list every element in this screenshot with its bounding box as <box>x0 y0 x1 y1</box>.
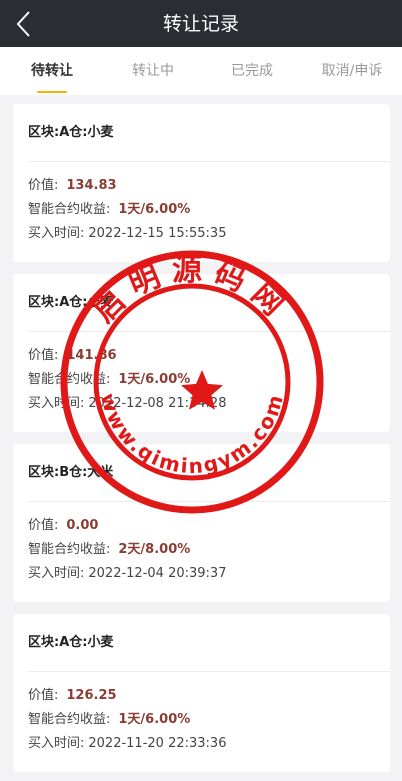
yield-label: 智能合约收益: <box>28 202 111 217</box>
value-amount: 134.83 <box>66 178 117 193</box>
value-label: 价值: <box>28 178 59 193</box>
time-label: 买入时间: <box>28 566 85 581</box>
value-label: 价值: <box>28 348 59 363</box>
time-value: 2022-12-08 21:34:28 <box>88 396 227 411</box>
time-value: 2022-11-20 22:33:36 <box>88 736 227 751</box>
transfer-card[interactable]: 区块:B仓:大米 价值: 0.00 智能合约收益: 2天/8.00% 买入时间: 20… <box>13 444 390 602</box>
time-value: 2022-12-04 20:39:37 <box>88 566 227 581</box>
page-title: 转让记录 <box>162 13 239 35</box>
time-label: 买入时间: <box>28 396 85 411</box>
value-amount: 126.25 <box>66 688 117 703</box>
tab-completed[interactable]: 已完成 <box>202 61 302 81</box>
value-row: 价值: 134.83 <box>28 176 117 196</box>
yield-value: 2天/8.00% <box>118 542 191 557</box>
yield-label: 智能合约收益: <box>28 712 111 727</box>
yield-value: 1天/6.00% <box>118 712 191 727</box>
yield-row: 智能合约收益: 1天/6.00% <box>28 200 190 220</box>
value-row: 价值: 141.86 <box>28 346 117 366</box>
tab-in-transfer[interactable]: 转让中 <box>103 61 203 81</box>
transfer-card[interactable]: 区块:A仓:小麦 价值: 134.83 智能合约收益: 1天/6.00% 买入时间:… <box>13 104 390 262</box>
tab-bar: 待转让 转让中 已完成 取消/申诉 <box>0 47 402 95</box>
time-label: 买入时间: <box>28 226 85 241</box>
card-divider <box>28 501 390 502</box>
card-divider <box>28 161 390 162</box>
card-title: 区块:A仓:小麦 <box>28 295 114 310</box>
app-header: 转让记录 <box>0 0 402 47</box>
value-label: 价值: <box>28 688 59 703</box>
yield-value: 1天/6.00% <box>118 202 191 217</box>
yield-row: 智能合约收益: 2天/8.00% <box>28 540 190 560</box>
time-value: 2022-12-15 15:55:35 <box>88 226 227 241</box>
card-divider <box>28 671 390 672</box>
yield-label: 智能合约收益: <box>28 372 111 387</box>
tab-pending[interactable]: 待转让 <box>2 61 102 81</box>
value-row: 价值: 126.25 <box>28 686 117 706</box>
time-row: 买入时间: 2022-12-15 15:55:35 <box>28 224 226 244</box>
card-title: 区块:B仓:大米 <box>28 465 114 480</box>
time-row: 买入时间: 2022-12-08 21:34:28 <box>28 394 226 414</box>
value-label: 价值: <box>28 518 59 533</box>
yield-row: 智能合约收益: 1天/6.00% <box>28 710 190 730</box>
time-row: 买入时间: 2022-12-04 20:39:37 <box>28 564 226 584</box>
card-title: 区块:A仓:小麦 <box>28 635 114 650</box>
active-tab-indicator <box>37 91 67 93</box>
yield-label: 智能合约收益: <box>28 542 111 557</box>
transfer-card[interactable]: 区块:A仓:小麦 价值: 126.25 智能合约收益: 1天/6.00% 买入时间:… <box>13 614 390 772</box>
transfer-card[interactable]: 区块:A仓:小麦 价值: 141.86 智能合约收益: 1天/6.00% 买入时间:… <box>13 274 390 432</box>
card-divider <box>28 331 390 332</box>
tab-cancelled-appeal[interactable]: 取消/申诉 <box>302 61 402 81</box>
yield-value: 1天/6.00% <box>118 372 191 387</box>
time-label: 买入时间: <box>28 736 85 751</box>
time-row: 买入时间: 2022-11-20 22:33:36 <box>28 734 226 754</box>
value-row: 价值: 0.00 <box>28 516 98 536</box>
value-amount: 0.00 <box>66 518 99 533</box>
value-amount: 141.86 <box>66 348 117 363</box>
yield-row: 智能合约收益: 1天/6.00% <box>28 370 190 390</box>
card-title: 区块:A仓:小麦 <box>28 125 114 140</box>
